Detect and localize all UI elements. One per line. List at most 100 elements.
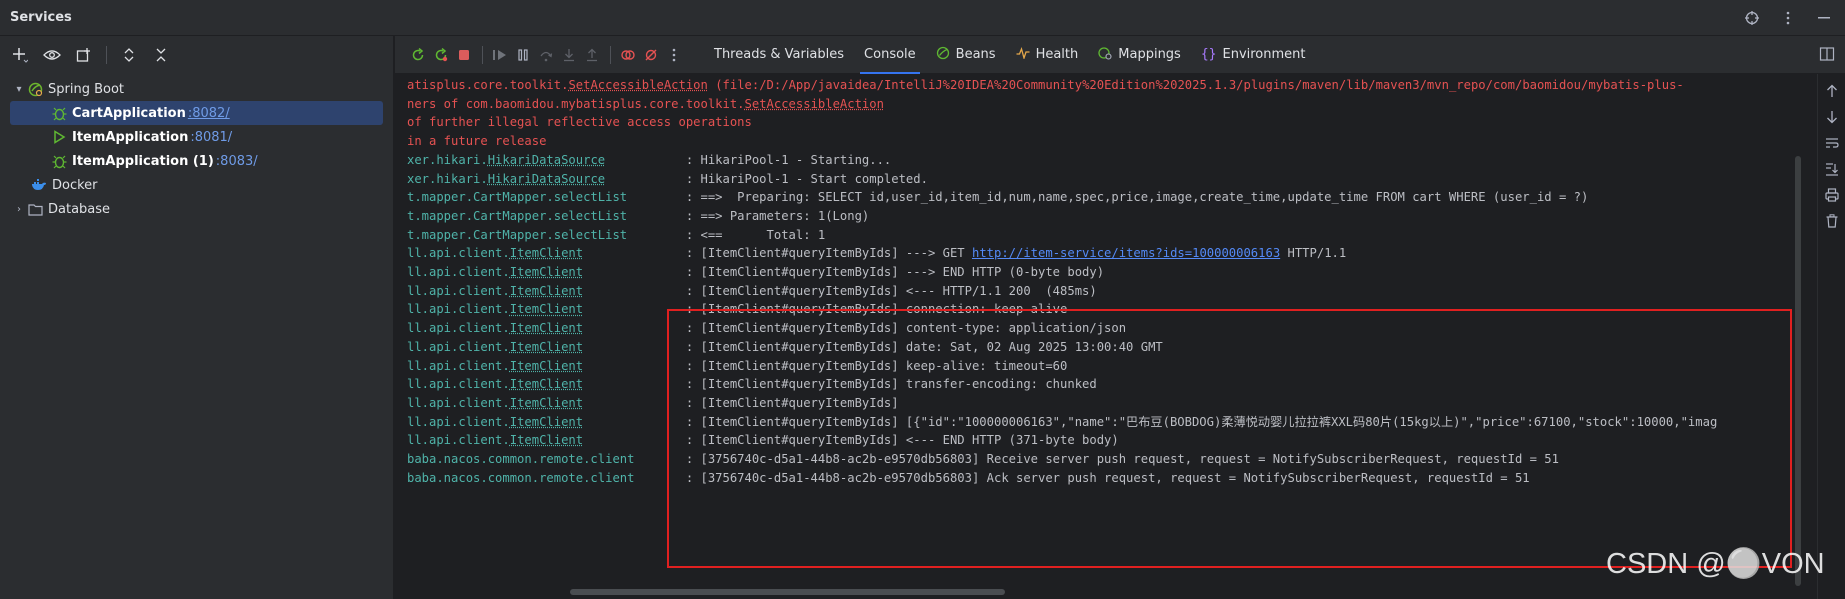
mute-breakpoints-icon[interactable] xyxy=(640,44,662,66)
class-link[interactable]: ItemClient xyxy=(510,433,583,447)
tree-toolbar xyxy=(0,36,393,74)
class-link[interactable]: ItemClient xyxy=(510,321,583,335)
log-message: : [ItemClient#queryItemByIds] content-ty… xyxy=(685,321,1127,336)
log-message: : [ItemClient#queryItemByIds] xyxy=(685,395,899,410)
tab-label: Health xyxy=(1035,47,1079,62)
horizontal-scrollbar[interactable] xyxy=(570,589,1005,595)
log-source-text: t.mapper.CartMapper.selectList xyxy=(407,190,628,205)
log-source-text: baba.nacos.common.remote.client xyxy=(407,470,635,485)
tree-node-spring-boot[interactable]: ▾ Spring Boot xyxy=(0,77,393,101)
class-link[interactable]: ItemClient xyxy=(510,377,583,391)
tree-node-item-application[interactable]: ItemApplication :8081/ xyxy=(0,125,393,149)
soft-wrap-icon[interactable] xyxy=(1823,134,1841,152)
add-icon[interactable] xyxy=(10,45,30,65)
log-source-text: t.mapper.CartMapper.selectList xyxy=(407,227,628,242)
log-message: : [3756740c-d5a1-44b8-ac2b-e9570db56803]… xyxy=(685,470,1530,485)
step-into-icon[interactable] xyxy=(558,44,580,66)
log-source-text: ll.api.client. xyxy=(407,433,510,448)
vertical-scrollbar[interactable] xyxy=(1795,156,1801,586)
beans-icon xyxy=(936,46,950,64)
class-link[interactable]: ItemClient xyxy=(510,265,583,279)
target-icon[interactable] xyxy=(1743,9,1761,27)
expand-all-icon[interactable] xyxy=(119,45,139,65)
tree-node-cart-application[interactable]: CartApplication :8082/ xyxy=(10,101,383,125)
tree-node-database[interactable]: › Database xyxy=(0,197,393,221)
arrow-down-icon[interactable] xyxy=(1823,108,1841,126)
tab-mappings[interactable]: Mappings xyxy=(1088,36,1191,74)
class-link[interactable]: ItemClient xyxy=(510,246,583,260)
arrow-up-icon[interactable] xyxy=(1823,82,1841,100)
tab-health[interactable]: Health xyxy=(1006,36,1089,74)
layout-icon[interactable] xyxy=(1819,46,1835,62)
class-link[interactable]: ItemClient xyxy=(510,359,583,373)
eye-icon[interactable] xyxy=(42,45,62,65)
step-over-icon[interactable] xyxy=(535,44,557,66)
console-side-toolbar xyxy=(1817,74,1845,599)
tab-console[interactable]: Console xyxy=(854,36,926,74)
log-source-text: baba.nacos.common.remote.client xyxy=(407,452,635,466)
chevron-down-icon[interactable]: ▾ xyxy=(12,84,26,95)
log-message: : HikariPool-1 - Starting... xyxy=(685,152,892,167)
log-source: baba.nacos.common.remote.client xyxy=(407,467,686,489)
class-link[interactable]: HikariDataSource xyxy=(488,172,605,186)
class-link[interactable]: ItemClient xyxy=(510,415,583,429)
minimize-icon[interactable] xyxy=(1815,9,1833,27)
log-message: : [ItemClient#queryItemByIds] keep-alive… xyxy=(685,358,1068,373)
request-url-link[interactable]: http://item-service/items?ids=1000000061… xyxy=(972,246,1280,260)
app-name: CartApplication xyxy=(72,105,186,121)
window-title: Services xyxy=(10,10,72,25)
console-output[interactable]: atisplus.core.toolkit.SetAccessibleActio… xyxy=(395,74,1795,586)
tab-beans[interactable]: Beans xyxy=(926,36,1006,74)
app-name: ItemApplication xyxy=(72,129,189,145)
class-link[interactable]: ItemClient xyxy=(510,284,583,298)
stop-icon[interactable] xyxy=(453,44,475,66)
resume-icon[interactable] xyxy=(489,44,511,66)
collapse-all-icon[interactable] xyxy=(151,45,171,65)
log-source-text: t.mapper.CartMapper.selectList xyxy=(407,208,628,223)
pause-icon[interactable] xyxy=(512,44,534,66)
class-link[interactable]: SetAccessibleAction xyxy=(568,78,707,92)
rerun-icon[interactable] xyxy=(407,44,429,66)
app-port-link[interactable]: :8082/ xyxy=(188,106,230,121)
log-source-text: ll.api.client. xyxy=(407,339,510,354)
class-link[interactable]: ItemClient xyxy=(510,302,583,316)
class-link[interactable]: HikariDataSource xyxy=(488,153,605,167)
class-link[interactable]: SetAccessibleAction xyxy=(745,97,884,111)
console-toolbar: Threads & Variables Console Beans Health… xyxy=(395,36,1845,74)
app-port-link[interactable]: :8081/ xyxy=(190,130,232,145)
watermark: CSDN @⚪VON xyxy=(1606,548,1825,580)
trash-icon[interactable] xyxy=(1823,212,1841,230)
rerun-failed-icon[interactable] xyxy=(430,44,452,66)
log-message: HTTP/1.1 xyxy=(1280,246,1347,261)
more-vert-icon[interactable] xyxy=(1779,9,1797,27)
health-icon xyxy=(1016,46,1030,63)
tab-label: Beans xyxy=(955,47,996,62)
scroll-end-icon[interactable] xyxy=(1823,160,1841,178)
console-text: atisplus.core.toolkit. xyxy=(407,78,569,92)
log-message: : [3756740c-d5a1-44b8-ac2b-e9570db56803]… xyxy=(685,452,1559,466)
log-source-text: ll.api.client. xyxy=(407,414,510,429)
step-out-icon[interactable] xyxy=(581,44,603,66)
log-source-text: ll.api.client. xyxy=(407,358,510,373)
tab-environment[interactable]: {} Environment xyxy=(1191,36,1316,74)
more-vert-icon[interactable] xyxy=(663,44,685,66)
log-source-text: xer.hikari. xyxy=(407,171,488,186)
tab-threads-variables[interactable]: Threads & Variables xyxy=(704,36,854,74)
view-breakpoints-icon[interactable] xyxy=(617,44,639,66)
services-tree-panel: ▾ Spring Boot CartApplication :8082/ Ite… xyxy=(0,36,394,599)
class-link[interactable]: ItemClient xyxy=(510,340,583,354)
services-tree: ▾ Spring Boot CartApplication :8082/ Ite… xyxy=(0,74,393,221)
log-message: : ==> Parameters: 1(Long) xyxy=(685,208,870,223)
print-icon[interactable] xyxy=(1823,186,1841,204)
app-name: ItemApplication (1) xyxy=(72,153,214,169)
environment-icon: {} xyxy=(1200,47,1217,62)
new-window-icon[interactable] xyxy=(74,45,94,65)
log-message: : [ItemClient#queryItemByIds] <--- END H… xyxy=(685,433,1119,448)
tree-node-item-application-1[interactable]: ItemApplication (1) :8083/ xyxy=(0,149,393,173)
tree-label-database: Database xyxy=(48,201,111,217)
chevron-right-icon[interactable]: › xyxy=(12,204,26,215)
class-link[interactable]: ItemClient xyxy=(510,396,583,410)
tree-node-docker[interactable]: Docker xyxy=(0,173,393,197)
app-port-link[interactable]: :8083/ xyxy=(216,154,258,169)
console-text: (file:/D:/App/javaidea/IntelliJ%20IDEA%2… xyxy=(707,78,1684,92)
